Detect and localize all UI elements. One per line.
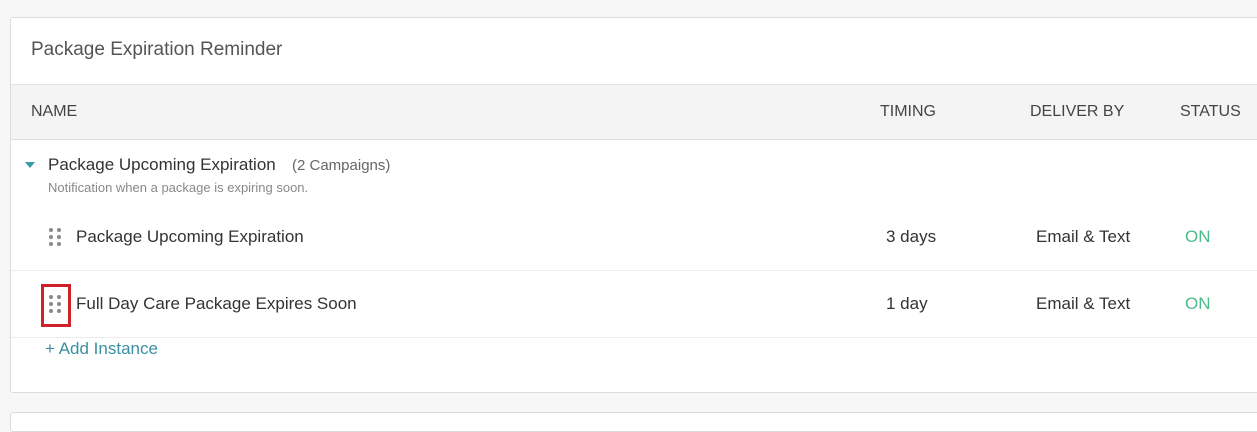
row-deliver-by: Email & Text (1036, 294, 1131, 313)
row-status-toggle[interactable]: ON (1185, 271, 1211, 337)
add-instance-link[interactable]: + Add Instance (45, 339, 158, 359)
table-row[interactable]: Full Day Care Package Expires Soon 1 day… (11, 271, 1257, 338)
reminder-panel: Package Expiration Reminder NAME TIMING … (10, 17, 1257, 393)
panel-title: Package Expiration Reminder (11, 18, 1257, 85)
group-name[interactable]: Package Upcoming Expiration (48, 155, 276, 175)
column-header-timing[interactable]: TIMING (880, 85, 936, 139)
drag-handle-icon[interactable] (49, 228, 63, 248)
group-description: Notification when a package is expiring … (48, 180, 309, 195)
row-status-toggle[interactable]: ON (1185, 204, 1211, 270)
next-panel-edge (10, 412, 1257, 432)
caret-down-icon[interactable] (25, 162, 35, 168)
row-timing: 3 days (886, 227, 937, 246)
row-deliver-by: Email & Text (1036, 227, 1131, 246)
drag-handle-highlight (41, 284, 71, 327)
column-header-status[interactable]: STATUS (1180, 85, 1241, 139)
group-campaign-count: (2 Campaigns) (292, 157, 391, 174)
table-row[interactable]: Package Upcoming Expiration 3 days Email… (11, 204, 1257, 271)
row-name[interactable]: Full Day Care Package Expires Soon (76, 271, 357, 337)
row-name[interactable]: Package Upcoming Expiration (76, 204, 304, 270)
campaign-group-header[interactable]: Package Upcoming Expiration (2 Campaigns… (11, 140, 1257, 204)
table-header: NAME TIMING DELIVER BY STATUS (11, 85, 1257, 140)
column-header-name[interactable]: NAME (31, 85, 77, 139)
row-timing: 1 day (886, 294, 928, 313)
column-header-deliver-by[interactable]: DELIVER BY (1030, 85, 1124, 139)
